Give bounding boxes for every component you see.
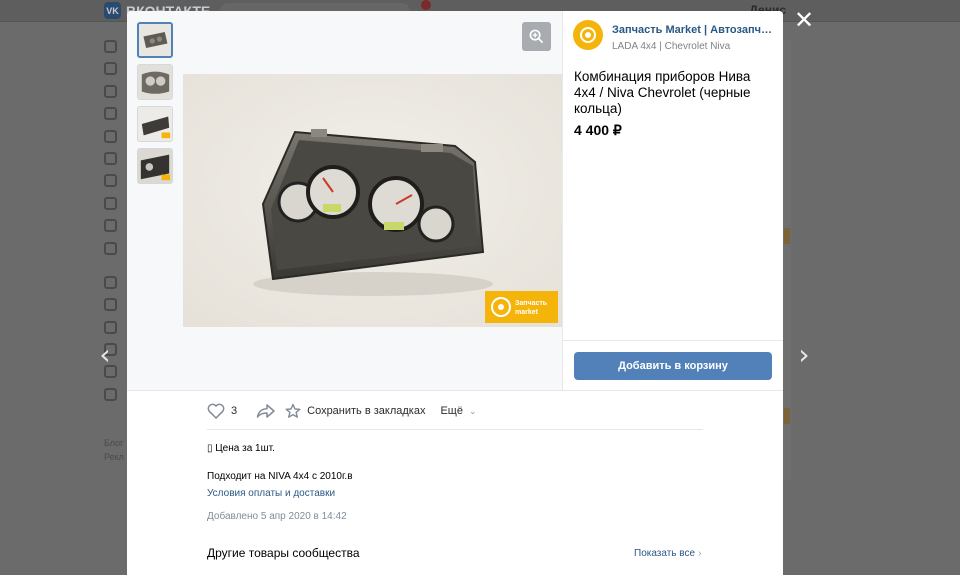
other-products-title: Другие товары сообщества [207, 546, 360, 560]
notification-badge [421, 0, 431, 10]
share-button[interactable] [256, 403, 276, 419]
sidebar-footer-blog[interactable]: Блог [104, 436, 124, 450]
description-compatibility: Подходит на NIVA 4x4 с 2010г.в [207, 471, 353, 482]
description-price-note: ▯ Цена за 1шт. [207, 443, 275, 454]
action-bar: 3 Сохранить в закладках Ещё ⌄ [207, 402, 477, 420]
heart-icon [207, 403, 225, 419]
star-icon [285, 403, 301, 418]
music-icon[interactable] [104, 174, 117, 188]
messages-icon[interactable] [104, 84, 117, 98]
thumbnail-list [137, 22, 173, 190]
sidebar-footer: Блог Рекл [104, 436, 124, 464]
divider [563, 340, 783, 341]
seller-name[interactable]: Запчасть Market | Автозапчасти [612, 24, 772, 36]
thumbnail[interactable] [137, 22, 173, 58]
sidebar-footer-ads[interactable]: Рекл [104, 450, 124, 464]
seller-block[interactable]: Запчасть Market | Автозапчасти LADA 4x4 … [573, 20, 772, 52]
profile-icon[interactable] [104, 40, 117, 53]
like-count: 3 [231, 405, 238, 417]
product-photo[interactable]: Запчасть market [183, 74, 562, 327]
docs-icon[interactable] [104, 387, 117, 401]
chevron-down-icon: ⌄ [468, 405, 477, 416]
news-icon[interactable] [104, 62, 117, 76]
added-date: Добавлено 5 апр 2020 в 14:42 [207, 511, 347, 522]
photo-watermark-line1: Запчасть [515, 300, 548, 307]
divider [207, 429, 703, 430]
zoom-icon [529, 29, 544, 44]
zoom-button[interactable] [522, 22, 551, 51]
games-icon[interactable] [104, 241, 117, 255]
product-info-panel: Запчасть Market | Автозапчасти LADA 4x4 … [562, 11, 783, 390]
chevron-right-icon[interactable]: › [794, 340, 814, 370]
product-title: Комбинация приборов Нива 4x4 / Niva Chev… [574, 69, 751, 116]
share-icon [256, 404, 275, 418]
payments-icon[interactable] [104, 298, 117, 312]
photo-gallery: Запчасть market [127, 11, 562, 390]
save-bookmark-button[interactable]: Сохранить в закладках [285, 403, 425, 419]
like-button[interactable]: 3 [207, 403, 237, 419]
right-column-marker [784, 408, 790, 424]
right-column-marker [784, 228, 790, 244]
more-button[interactable]: Ещё ⌄ [440, 405, 476, 417]
add-to-cart-button[interactable]: Добавить в корзину [574, 352, 772, 380]
show-all-link[interactable]: Показать все › [634, 548, 701, 559]
terms-link[interactable]: Условия оплаты и доставки [207, 488, 335, 499]
vk-logo-icon: VK [104, 2, 121, 19]
photos-icon[interactable] [104, 151, 117, 165]
video-icon[interactable] [104, 196, 117, 210]
seller-avatar[interactable] [573, 20, 603, 50]
show-all-label: Показать все [634, 548, 696, 559]
thumbnail[interactable] [137, 64, 173, 100]
chevron-right-icon: › [698, 548, 702, 559]
clips-icon[interactable] [104, 219, 117, 233]
chevron-left-icon[interactable]: ‹ [95, 340, 115, 370]
market-icon[interactable] [104, 320, 117, 334]
seller-category: LADA 4x4 | Chevrolet Niva [612, 41, 731, 52]
thumbnail[interactable] [137, 148, 173, 184]
divider [127, 390, 783, 391]
apps-icon[interactable] [104, 275, 117, 289]
gear-logo-icon [580, 27, 596, 43]
more-label: Ещё [440, 405, 463, 417]
save-label: Сохранить в закладках [307, 405, 426, 417]
friends-icon[interactable] [104, 107, 117, 121]
thumbnail[interactable] [137, 106, 173, 142]
product-modal: Запчасть market Запчасть Market | Автоза… [127, 11, 783, 575]
close-icon[interactable]: ✕ [793, 9, 815, 33]
communities-icon[interactable] [104, 129, 117, 143]
product-price: 4 400 ₽ [574, 122, 622, 138]
photo-watermark-line2: market [515, 309, 539, 316]
